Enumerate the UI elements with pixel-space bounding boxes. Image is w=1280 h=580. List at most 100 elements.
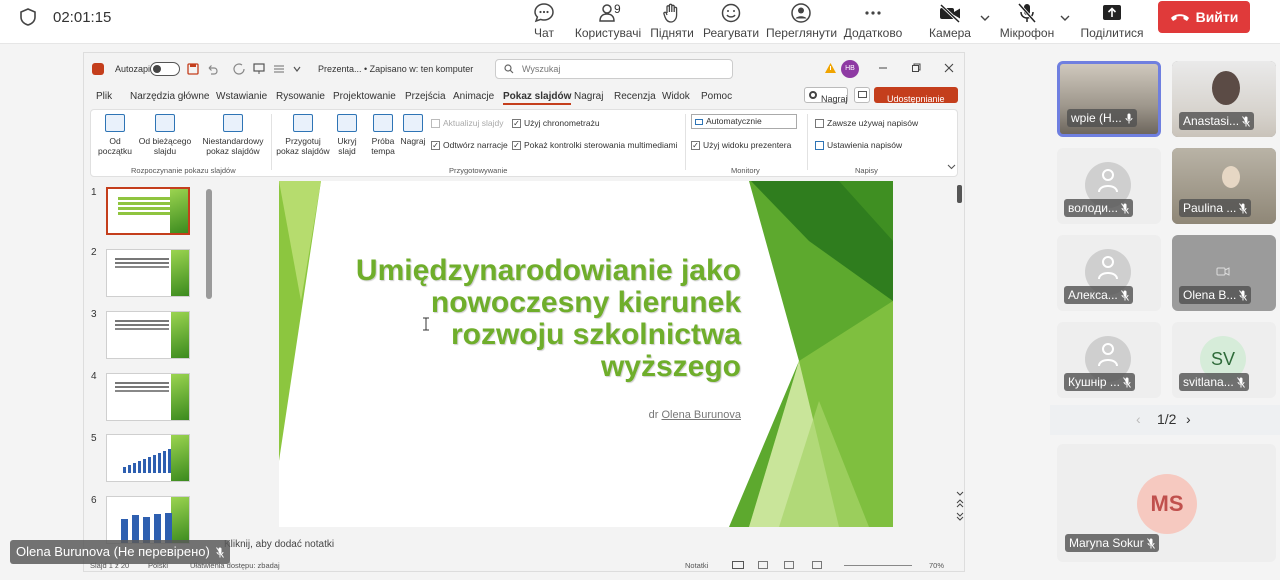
custom-show-button[interactable]: Niestandardowy pokaz slajdów [197,136,269,156]
hide-slide-icon[interactable] [337,114,357,132]
redo-icon[interactable] [233,63,245,75]
menu-record[interactable]: Nagraj [574,91,603,102]
hide-slide-button[interactable]: Ukryj slajd [331,136,363,156]
participant-tile[interactable]: Anastasi... [1172,61,1276,137]
slide-thumbnail-3[interactable] [106,311,190,359]
from-start-button[interactable]: Od początku [95,136,135,156]
menu-view[interactable]: Widok [662,91,690,102]
menu-file[interactable]: Plik [96,91,112,102]
slide-nav-arrows-icon[interactable] [955,489,965,523]
participant-tile[interactable]: Кушнір ... [1057,322,1161,398]
subtitle-settings-button[interactable]: Ustawienia napisów [815,140,902,151]
minimize-icon[interactable] [878,63,888,73]
save-icon[interactable] [187,63,199,75]
comments-button[interactable] [854,87,870,103]
camera-button[interactable]: Камера [926,0,974,44]
autosave-toggle[interactable] [150,62,180,76]
menu-slideshow[interactable]: Pokaz slajdów [503,91,572,105]
prev-page-chevron-left-icon[interactable]: ‹ [1136,411,1141,427]
chat-button[interactable]: Чат [524,0,564,44]
slide-thumbnail-4[interactable] [106,373,190,421]
user-avatar[interactable]: HB [841,60,859,78]
mic-label: Мікрофон [999,26,1055,40]
play-from-current-icon[interactable] [155,114,175,132]
file-title[interactable]: Prezenta... • Zapisano w: ten komputer [318,64,473,74]
setup-show-button[interactable]: Przygotuj pokaz slajdów [273,136,333,156]
slide-thumbnail-5[interactable] [106,434,190,482]
participant-tile[interactable]: Olena B... [1172,235,1276,311]
participant-tile[interactable]: Paulina ... [1172,148,1276,224]
present-icon[interactable] [253,63,265,75]
presenter-view-checkbox[interactable]: ✓ Użyj widoku prezentera [691,140,791,151]
users-button[interactable]: Користувачі [574,0,642,44]
notes-placeholder[interactable]: Kliknij, aby dodać notatki [224,539,334,550]
react-button[interactable]: Реагувати [702,0,760,44]
menu-help[interactable]: Pomoc [701,91,732,102]
mic-muted-icon [1146,538,1155,550]
record-slideshow-button[interactable]: Nagraj [397,136,429,146]
close-icon[interactable] [944,63,954,73]
camera-options-chevron-down-icon[interactable] [979,12,991,24]
always-subtitles-checkbox[interactable]: Zawsze używaj napisów [815,118,918,129]
use-timings-checkbox[interactable]: ✓ Użyj chronometrażu [512,118,600,129]
monitor-select[interactable]: Automatycznie [691,114,797,129]
slide-canvas[interactable]: Umiędzynarodowianie jako nowoczesny kier… [279,181,893,527]
play-from-start-icon[interactable] [105,114,125,132]
from-current-button[interactable]: Od bieżącego slajdu [135,136,195,156]
mic-options-chevron-down-icon[interactable] [1059,12,1071,24]
update-slides-checkbox[interactable]: Aktualizuj slajdy [431,118,503,129]
participant-name: svitlana... [1179,373,1249,391]
customize-toolbar-chevron-icon[interactable] [293,65,301,73]
record-slideshow-icon[interactable] [403,114,423,132]
undo-icon[interactable] [206,63,218,75]
mic-icon [1125,113,1133,124]
thumbnails-scrollbar[interactable] [206,189,212,299]
slide-title-line-2: nowoczesny kierunek [430,286,741,319]
slide-thumbnail-6[interactable] [106,496,190,544]
menu-insert[interactable]: Wstawianie [216,91,267,102]
custom-show-icon[interactable] [223,114,243,132]
list-icon[interactable] [273,63,285,75]
shared-powerpoint-window: Autozapis Prezenta... • Zapisano w: ten … [83,52,965,572]
record-button[interactable]: Nagraj [804,87,848,104]
participant-tile-large[interactable]: MS Maryna Sokur [1057,444,1276,562]
show-media-controls-checkbox[interactable]: ✓ Pokaż kontrolki sterowania multimediami [512,140,678,151]
participant-tile[interactable]: SV svitlana... [1172,322,1276,398]
menu-animations[interactable]: Animacje [453,91,494,102]
ppt-search-input[interactable]: Wyszukaj [495,59,733,79]
setup-show-icon[interactable] [293,114,313,132]
share-ppt-button[interactable]: Udostępnianie [874,87,958,104]
participant-tile[interactable]: wpie (Н... [1057,61,1161,137]
slide-sorter-icon[interactable] [758,561,768,569]
group-label-subtitles: Napisy [855,166,878,175]
more-button[interactable]: Додатково [842,0,904,44]
menu-transitions[interactable]: Przejścia [405,91,446,102]
play-narrations-checkbox[interactable]: ✓ Odtwórz narracje [431,140,508,151]
menu-draw[interactable]: Rysowanie [276,91,325,102]
zoom-slider[interactable] [844,565,912,566]
view-button[interactable]: Переглянути [766,0,837,44]
rehearse-button[interactable]: Próba tempa [367,136,399,156]
menu-design[interactable]: Projektowanie [333,91,396,102]
participant-tile[interactable]: володи... [1057,148,1161,224]
status-zoom[interactable]: 70% [929,561,944,570]
slide-thumbnail-1[interactable] [106,187,190,235]
leave-button[interactable]: Вийти [1158,1,1250,33]
menu-home[interactable]: Narzędzia główne [130,91,210,102]
restore-icon[interactable] [911,63,921,73]
slide-scrollbar[interactable] [957,185,962,203]
normal-view-icon[interactable] [732,561,744,569]
raise-hand-button[interactable]: Підняти [650,0,694,44]
participant-tile[interactable]: Алекса... [1057,235,1161,311]
collapse-ribbon-chevron-icon[interactable] [947,162,956,171]
status-notes-button[interactable]: Notatki [685,561,708,570]
rehearse-timings-icon[interactable] [373,114,393,132]
menu-review[interactable]: Recenzja [614,91,656,102]
warning-icon[interactable] [824,62,837,74]
next-page-chevron-right-icon[interactable]: › [1186,411,1191,427]
share-button[interactable]: Поділитися [1080,0,1144,44]
reading-view-icon[interactable] [784,561,794,569]
mic-button[interactable]: Мікрофон [998,0,1056,44]
slide-thumbnail-2[interactable] [106,249,190,297]
slideshow-view-icon[interactable] [812,561,822,569]
